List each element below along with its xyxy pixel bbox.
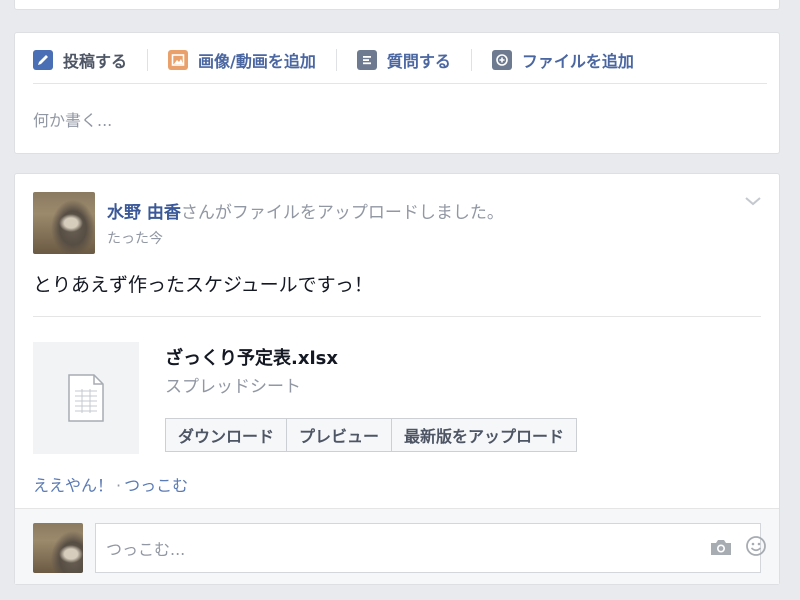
tab-ask-question-label: 質問する	[386, 52, 451, 71]
upload-latest-button[interactable]: 最新版をアップロード	[392, 418, 578, 452]
previous-card-strip	[14, 0, 780, 10]
pencil-icon	[33, 50, 53, 70]
like-link[interactable]: ええやん！	[33, 476, 113, 495]
post-actions: ええやん！ · つっこむ	[33, 472, 188, 496]
post-message: とりあえず作ったスケジュールですっ！	[33, 274, 373, 296]
tab-post[interactable]: 投稿する	[33, 47, 127, 73]
divider	[33, 316, 761, 317]
tab-add-file[interactable]: ファイルを追加	[491, 47, 634, 73]
tab-separator	[147, 49, 149, 71]
tab-add-photo-video[interactable]: 画像/動画を追加	[168, 47, 316, 73]
preview-button[interactable]: プレビュー	[287, 418, 393, 452]
tab-post-label: 投稿する	[63, 52, 128, 71]
file-name[interactable]: ざっくり予定表.xlsx	[165, 344, 338, 370]
action-separator: ·	[116, 476, 122, 495]
post-action-text: さんがファイルをアップロードしました。	[180, 203, 504, 223]
emoticon-icon[interactable]	[745, 535, 767, 557]
post-header: 水野 由香さんがファイルをアップロードしました。	[107, 198, 504, 223]
composer-tabs: 投稿する 画像/動画を追加 質問する ファイルを追加	[33, 47, 765, 73]
file-type: スプレッドシート	[165, 377, 301, 397]
file-button-group: ダウンロード プレビュー 最新版をアップロード	[165, 418, 578, 452]
comment-link[interactable]: つっこむ	[124, 476, 188, 495]
spreadsheet-file-icon	[68, 374, 104, 422]
chevron-down-icon[interactable]	[743, 194, 763, 208]
camera-icon[interactable]	[709, 537, 733, 557]
comment-area: つっこむ...	[15, 508, 779, 584]
download-button[interactable]: ダウンロード	[165, 418, 288, 452]
avatar[interactable]	[33, 192, 95, 254]
tab-add-file-label: ファイルを追加	[521, 52, 634, 71]
author-name-link[interactable]: 水野 由香	[107, 203, 181, 223]
question-icon	[356, 50, 377, 70]
tab-ask-question[interactable]: 質問する	[356, 47, 451, 73]
comment-input[interactable]: つっこむ...	[95, 523, 761, 573]
photo-icon	[168, 50, 189, 70]
tab-add-photo-video-label: 画像/動画を追加	[198, 52, 316, 71]
add-file-icon	[491, 50, 512, 70]
composer-input[interactable]: 何か書く...	[33, 107, 112, 131]
avatar	[33, 523, 83, 573]
tab-separator	[335, 49, 337, 71]
post-timestamp[interactable]: たった今	[107, 228, 163, 248]
divider	[33, 83, 767, 84]
tab-separator	[470, 49, 472, 71]
file-thumbnail[interactable]	[33, 342, 139, 454]
composer: 投稿する 画像/動画を追加 質問する ファイルを追加 何か書く...	[14, 32, 780, 154]
post-card: 水野 由香さんがファイルをアップロードしました。 たった今 とりあえず作ったスケ…	[14, 173, 780, 585]
